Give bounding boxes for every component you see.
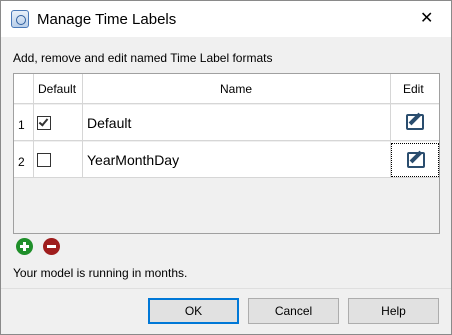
label-name[interactable]: YearMonthDay [87,152,179,168]
table-row: 2 YearMonthDay [14,142,439,178]
check-mark-icon [38,116,49,127]
help-button[interactable]: Help [348,298,439,324]
button-bar: OK Cancel Help [1,288,451,334]
edit-icon [406,114,424,130]
dialog-title: Manage Time Labels [37,11,177,28]
title-bar: Manage Time Labels ✕ [1,1,451,37]
status-text: Your model is running in months. [13,266,188,280]
edit-icon [407,152,425,168]
edit-button[interactable] [391,106,439,140]
column-divider [33,74,34,178]
row-number: 2 [18,155,25,169]
table-row: 1 Default [14,105,439,141]
grid-header: Default Name Edit [14,74,439,104]
cancel-button[interactable]: Cancel [248,298,339,324]
column-divider [82,74,83,178]
ok-button[interactable]: OK [148,298,239,324]
default-checkbox[interactable] [37,116,51,130]
header-edit: Edit [403,82,424,96]
close-button[interactable]: ✕ [405,1,451,37]
header-name: Name [220,82,253,96]
add-button[interactable] [16,238,33,255]
row-number: 1 [18,118,25,132]
manage-time-labels-dialog: Manage Time Labels ✕ Add, remove and edi… [0,0,452,335]
column-divider [390,74,391,178]
header-default: Default [38,82,77,96]
minus-circle-icon [47,245,56,248]
label-name[interactable]: Default [87,115,131,131]
time-labels-grid: Default Name Edit 1 Default 2 YearMonthD… [13,73,440,234]
app-icon [11,10,29,28]
instruction-text: Add, remove and edit named Time Label fo… [13,51,273,65]
remove-button[interactable] [43,238,60,255]
edit-button[interactable] [391,143,439,177]
close-icon: ✕ [420,10,434,27]
default-checkbox[interactable] [37,153,51,167]
